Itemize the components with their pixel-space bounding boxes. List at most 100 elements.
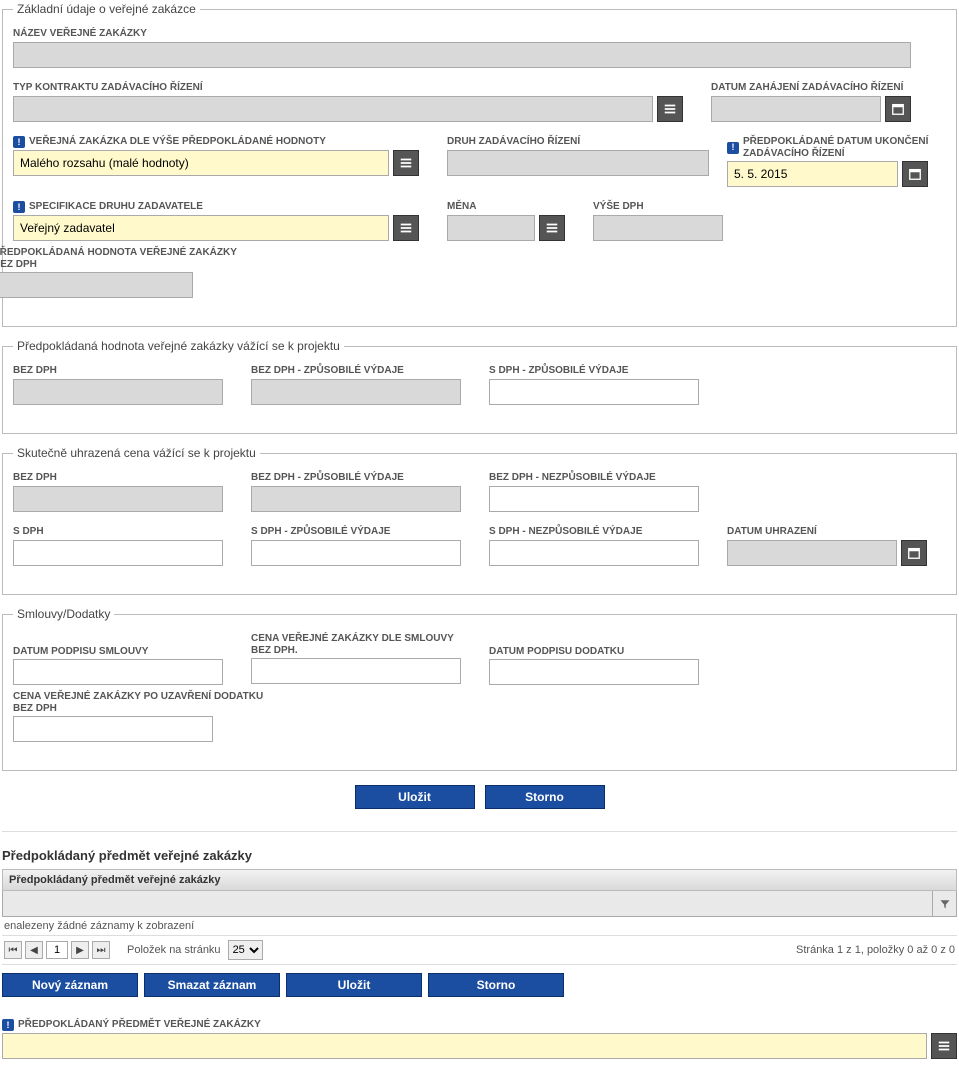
pager-info: Stránka 1 z 1, položky 0 až 0 z 0	[796, 944, 955, 956]
pager-prev-icon[interactable]: ◀	[25, 941, 43, 959]
currency-field: MĚNA	[447, 201, 565, 241]
contracts-legend: Smlouvy/Dodatky	[13, 607, 114, 621]
estimated-fieldset: Předpokládaná hodnota veřejné zakázky vá…	[2, 339, 957, 434]
proc-type-field: DRUH ZADÁVACÍHO ŘÍZENÍ	[447, 136, 709, 187]
contract-type-field: TYP KONTRAKTU ZADÁVACÍHO ŘÍZENÍ	[13, 82, 683, 122]
act-bezdph-label: BEZ DPH	[13, 472, 223, 484]
name-label: NÁZEV VEŘEJNÉ ZAKÁZKY	[13, 28, 911, 40]
act-bezdph-zp-label: BEZ DPH - ZPŮSOBILÉ VÝDAJE	[251, 472, 461, 484]
grid-filter-row	[2, 891, 957, 917]
estimated-legend: Předpokládaná hodnota veřejné zakázky vá…	[13, 339, 344, 353]
pager-first-icon[interactable]: ⏮	[4, 941, 22, 959]
contract-type-label: TYP KONTRAKTU ZADÁVACÍHO ŘÍZENÍ	[13, 82, 683, 94]
per-page-label: Položek na stránku	[127, 944, 221, 956]
act-sdph-zp-label: S DPH - ZPŮSOBILÉ VÝDAJE	[251, 526, 461, 538]
grid-save-button[interactable]: Uložit	[286, 973, 422, 997]
est-bezdph-zp-label: BEZ DPH - ZPŮSOBILÉ VÝDAJE	[251, 365, 461, 377]
name-field: NÁZEV VEŘEJNÉ ZAKÁZKY	[13, 28, 911, 68]
est-value-label: PŘEDPOKLÁDANÁ HODNOTA VEŘEJNÉ ZAKÁZKY BE…	[0, 247, 237, 270]
basic-legend: Základní údaje o veřejné zakázce	[13, 2, 200, 16]
by-value-field: !VEŘEJNÁ ZAKÁZKA DLE VÝŠE PŘEDPOKLÁDANÉ …	[13, 136, 419, 187]
start-date-label: DATUM ZAHÁJENÍ ZADÁVACÍHO ŘÍZENÍ	[711, 82, 911, 94]
pager-page-input[interactable]	[46, 941, 68, 959]
name-input[interactable]	[13, 42, 911, 68]
paid-date-input[interactable]	[727, 540, 897, 566]
vat-rate-field: VÝŠE DPH	[593, 201, 723, 241]
filter-icon[interactable]	[933, 891, 957, 917]
end-date-input[interactable]	[727, 161, 898, 187]
list-icon[interactable]	[657, 96, 683, 122]
est-value-input[interactable]	[0, 272, 193, 298]
act-sdph-nezp-input[interactable]	[489, 540, 699, 566]
calendar-icon[interactable]	[885, 96, 911, 122]
subject-field-label: !PŘEDPOKLÁDANÝ PŘEDMĚT VEŘEJNÉ ZAKÁZKY	[2, 1019, 957, 1031]
spec-input[interactable]	[13, 215, 389, 241]
grid-empty-message: enalezeny žádné záznamy k zobrazení	[2, 917, 957, 935]
act-bezdph-nezp-input[interactable]	[489, 486, 699, 512]
sign-date-label: DATUM PODPISU SMLOUVY	[13, 633, 223, 657]
list-icon[interactable]	[393, 215, 419, 241]
est-bezdph-label: BEZ DPH	[13, 365, 223, 377]
actual-fieldset: Skutečně uhrazená cena vážící se k proje…	[2, 446, 957, 595]
act-bezdph-zp-input[interactable]	[251, 486, 461, 512]
subject-field-input[interactable]	[2, 1033, 927, 1059]
subject-title: Předpokládaný předmět veřejné zakázky	[2, 848, 957, 863]
contract-type-input[interactable]	[13, 96, 653, 122]
proc-type-label: DRUH ZADÁVACÍHO ŘÍZENÍ	[447, 136, 709, 148]
calendar-icon[interactable]	[902, 161, 928, 187]
list-icon[interactable]	[931, 1033, 957, 1059]
actual-legend: Skutečně uhrazená cena vážící se k proje…	[13, 446, 260, 460]
grid-cancel-button[interactable]: Storno	[428, 973, 564, 997]
contracts-fieldset: Smlouvy/Dodatky DATUM PODPISU SMLOUVY CE…	[2, 607, 957, 771]
addendum-date-input[interactable]	[489, 659, 699, 685]
end-date-label: !PŘEDPOKLÁDANÉ DATUM UKONČENÍ ZADÁVACÍHO…	[727, 136, 928, 159]
grid-filter-input[interactable]	[2, 891, 933, 917]
act-sdph-zp-input[interactable]	[251, 540, 461, 566]
act-bezdph-input[interactable]	[13, 486, 223, 512]
addendum-date-label: DATUM PODPISU DODATKU	[489, 633, 699, 657]
start-date-field: DATUM ZAHÁJENÍ ZADÁVACÍHO ŘÍZENÍ	[711, 82, 911, 122]
sign-date-input[interactable]	[13, 659, 223, 685]
paid-date-label: DATUM UHRAZENÍ	[727, 526, 927, 538]
by-value-input[interactable]	[13, 150, 389, 176]
act-sdph-input[interactable]	[13, 540, 223, 566]
act-sdph-nezp-label: S DPH - NEZPŮSOBILÉ VÝDAJE	[489, 526, 699, 538]
est-sdph-zp-input[interactable]	[489, 379, 699, 405]
price-addendum-input[interactable]	[13, 716, 213, 742]
subject-field: !PŘEDPOKLÁDANÝ PŘEDMĚT VEŘEJNÉ ZAKÁZKY	[2, 1019, 957, 1059]
price-addendum-label: CENA VEŘEJNÉ ZAKÁZKY PO UZAVŘENÍ DODATKU…	[13, 691, 263, 714]
required-icon: !	[2, 1019, 14, 1031]
est-bezdph-zp-input[interactable]	[251, 379, 461, 405]
basic-fieldset: Základní údaje o veřejné zakázce NÁZEV V…	[2, 2, 957, 327]
currency-label: MĚNA	[447, 201, 565, 213]
est-sdph-zp-field: S DPH - ZPŮSOBILÉ VÝDAJE	[489, 365, 699, 405]
pager: ⏮ ◀ ▶ ⏭ Položek na stránku 25 Stránka 1 …	[2, 935, 957, 965]
delete-record-button[interactable]: Smazat záznam	[144, 973, 280, 997]
grid-action-buttons: Nový záznam Smazat záznam Uložit Storno	[2, 973, 957, 997]
price-contract-label: CENA VEŘEJNÉ ZAKÁZKY DLE SMLOUVY BEZ DPH…	[251, 633, 461, 656]
act-sdph-label: S DPH	[13, 526, 223, 538]
est-bezdph-zp-field: BEZ DPH - ZPŮSOBILÉ VÝDAJE	[251, 365, 461, 405]
pager-last-icon[interactable]: ⏭	[92, 941, 110, 959]
start-date-input[interactable]	[711, 96, 881, 122]
spec-label: !SPECIFIKACE DRUHU ZADAVATELE	[13, 201, 419, 213]
new-record-button[interactable]: Nový záznam	[2, 973, 138, 997]
proc-type-input[interactable]	[447, 150, 709, 176]
end-date-field: !PŘEDPOKLÁDANÉ DATUM UKONČENÍ ZADÁVACÍHO…	[727, 136, 928, 187]
per-page-select[interactable]: 25	[228, 940, 263, 960]
calendar-icon[interactable]	[901, 540, 927, 566]
cancel-button[interactable]: Storno	[485, 785, 605, 809]
required-icon: !	[13, 136, 25, 148]
currency-input[interactable]	[447, 215, 535, 241]
spec-field: !SPECIFIKACE DRUHU ZADAVATELE	[13, 201, 419, 241]
paid-date-field: DATUM UHRAZENÍ	[727, 526, 927, 566]
est-bezdph-input[interactable]	[13, 379, 223, 405]
price-contract-input[interactable]	[251, 658, 461, 684]
save-button[interactable]: Uložit	[355, 785, 475, 809]
by-value-label: !VEŘEJNÁ ZAKÁZKA DLE VÝŠE PŘEDPOKLÁDANÉ …	[13, 136, 419, 148]
vat-rate-input[interactable]	[593, 215, 723, 241]
list-icon[interactable]	[393, 150, 419, 176]
list-icon[interactable]	[539, 215, 565, 241]
act-bezdph-nezp-label: BEZ DPH - NEZPŮSOBILÉ VÝDAJE	[489, 472, 699, 484]
pager-next-icon[interactable]: ▶	[71, 941, 89, 959]
